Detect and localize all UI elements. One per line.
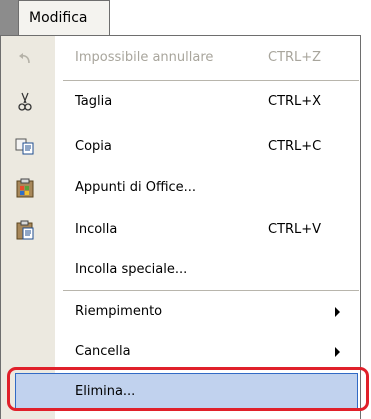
menubar-strip xyxy=(0,0,18,36)
menu-item-paste[interactable]: Incolla CTRL+V xyxy=(1,212,360,248)
menu-item-copy-label: Copia xyxy=(75,139,112,154)
menu-item-paste-label: Incolla xyxy=(75,222,118,237)
menu-item-office-clipboard[interactable]: Appunti di Office... xyxy=(1,170,360,206)
menu-item-paste-shortcut: CTRL+V xyxy=(268,222,322,237)
submenu-arrow-icon xyxy=(335,347,340,357)
menu-item-delete[interactable]: Elimina... xyxy=(15,373,358,409)
office-clipboard-icon xyxy=(15,178,35,198)
menu-item-delete-label: Elimina... xyxy=(75,384,136,399)
copy-icon xyxy=(15,137,35,157)
menu-item-office-clipboard-label: Appunti di Office... xyxy=(75,180,197,195)
menu-item-undo[interactable]: Impossibile annullare CTRL+Z xyxy=(1,40,360,76)
submenu-arrow-icon xyxy=(335,307,340,317)
menu-item-cut-label: Taglia xyxy=(75,94,113,109)
undo-icon xyxy=(15,48,35,68)
menu-item-fill[interactable]: Riempimento xyxy=(1,294,360,330)
menu-item-cut[interactable]: Taglia CTRL+X xyxy=(1,84,360,120)
menu-item-paste-special[interactable]: Incolla speciale... xyxy=(1,252,360,288)
menu-item-copy[interactable]: Copia CTRL+C xyxy=(1,129,360,165)
menu-item-clear-label: Cancella xyxy=(75,344,131,359)
menu-separator xyxy=(63,290,359,291)
menu-separator xyxy=(63,80,359,81)
edit-dropdown-menu: Impossibile annullare CTRL+Z Taglia CTRL… xyxy=(0,35,361,419)
paste-icon xyxy=(15,220,35,240)
scissors-icon xyxy=(15,92,35,112)
edit-menu-screenshot: Modifica Impossibile annullare CTRL+Z Ta… xyxy=(0,0,371,419)
menu-item-paste-special-label: Incolla speciale... xyxy=(75,262,188,277)
menu-title-modifica[interactable]: Modifica xyxy=(18,0,110,35)
menu-title-label: Modifica xyxy=(29,10,88,26)
menu-item-fill-label: Riempimento xyxy=(75,304,163,319)
menu-item-undo-label: Impossibile annullare xyxy=(75,50,214,65)
menu-item-cut-shortcut: CTRL+X xyxy=(268,94,322,109)
menu-item-undo-shortcut: CTRL+Z xyxy=(268,50,322,65)
menu-item-copy-shortcut: CTRL+C xyxy=(268,139,322,154)
menu-item-clear[interactable]: Cancella xyxy=(1,334,360,370)
